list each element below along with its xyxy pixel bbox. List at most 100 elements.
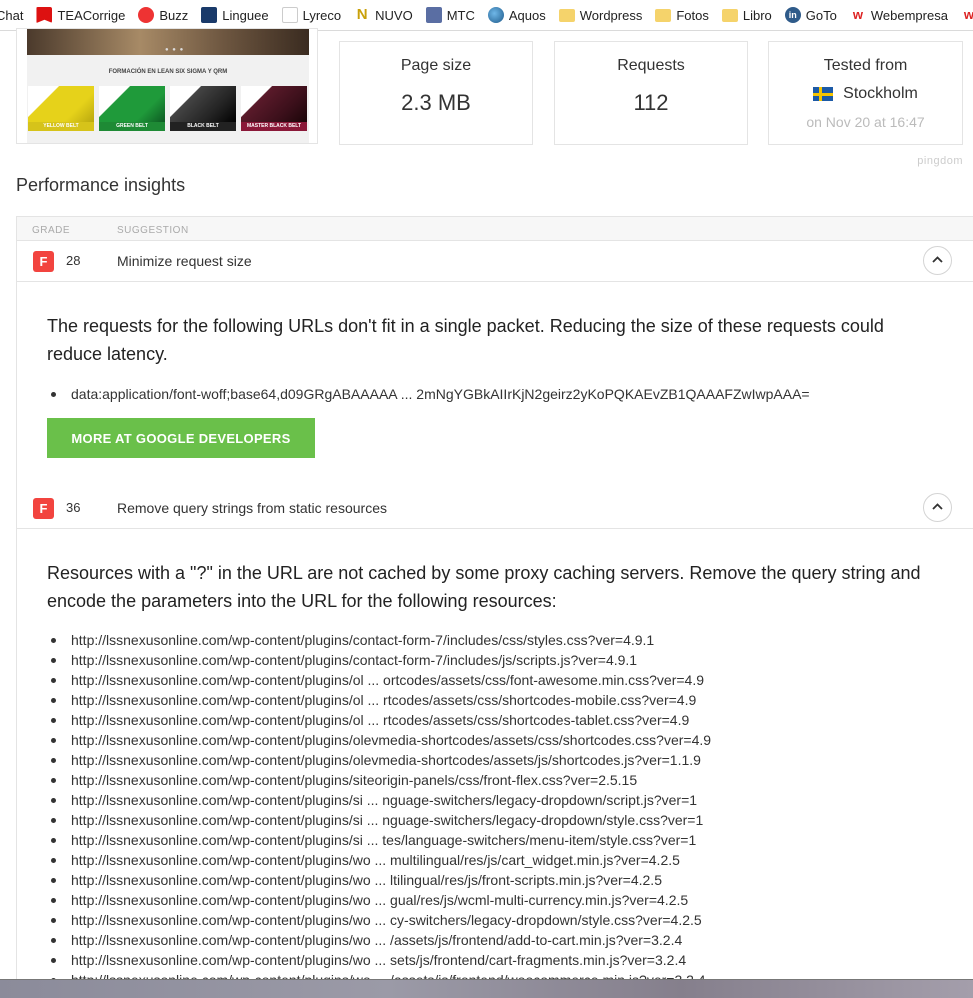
tested-city: Stockholm: [843, 85, 918, 102]
lyreco-icon: [281, 7, 298, 23]
webempresa-icon: w: [961, 7, 973, 23]
list-item: http://lssnexusonline.com/wp-content/plu…: [47, 890, 711, 910]
list-item: http://lssnexusonline.com/wp-content/plu…: [47, 870, 711, 890]
list-item: http://lssnexusonline.com/wp-content/plu…: [47, 830, 711, 850]
section-title: Performance insights: [16, 175, 186, 195]
insight-description: The requests for the following URLs don'…: [47, 316, 884, 364]
grade-badge: F: [33, 498, 54, 519]
url-list: http://lssnexusonline.com/wp-content/plu…: [47, 630, 711, 990]
insights-table: GRADE SUGGESTION F 28 Minimize request s…: [16, 216, 973, 997]
tested-location: Stockholm: [769, 85, 962, 103]
bookmark-label: Wordpress: [579, 7, 643, 23]
folder-icon: [721, 8, 738, 22]
folder-icon: [655, 8, 672, 22]
bookmark-label: NUVO: [375, 7, 413, 23]
table-header: GRADE SUGGESTION: [17, 216, 973, 241]
list-item: http://lssnexusonline.com/wp-content/plu…: [47, 630, 711, 650]
belt-image: [241, 86, 307, 122]
belt-image: [170, 86, 236, 122]
aquos-icon: [487, 7, 504, 23]
insight-row-minimize-request-size[interactable]: F 28 Minimize request size: [17, 241, 973, 282]
carousel-dots-icon: ● ● ●: [165, 47, 185, 53]
list-item: http://lssnexusonline.com/wp-content/plu…: [47, 950, 711, 970]
bookmark-label: TEACorrige: [57, 7, 126, 23]
bookmark-buzz[interactable]: Buzz: [138, 7, 188, 23]
list-item: http://lssnexusonline.com/wp-content/plu…: [47, 670, 711, 690]
list-item: http://lssnexusonline.com/wp-content/plu…: [47, 790, 711, 810]
bookmark-wordpress[interactable]: Wordpress: [558, 7, 643, 23]
pingdom-logo: pingdom: [917, 155, 963, 167]
list-item: http://lssnexusonline.com/wp-content/plu…: [47, 770, 711, 790]
nuvo-icon: N: [356, 6, 368, 23]
bookmark-fo[interactable]: wFo: [961, 7, 973, 23]
bookmark-aquos[interactable]: Aquos: [487, 7, 546, 23]
collapse-toggle-button[interactable]: [923, 246, 952, 275]
bookmark-goto[interactable]: in GoTo: [784, 7, 837, 23]
suggestion-title: Remove query strings from static resourc…: [117, 500, 387, 516]
list-item: http://lssnexusonline.com/wp-content/plu…: [47, 730, 711, 750]
bookmark-chat[interactable]: Chat: [0, 8, 23, 23]
bookmark-webempresa[interactable]: w Webempresa: [850, 7, 948, 23]
bookmark-label: Buzz: [159, 7, 189, 23]
bookmark-linguee[interactable]: Linguee: [201, 7, 269, 23]
mtc-icon: [425, 7, 442, 23]
belt-card-yellow: YELLOW BELT: [28, 86, 94, 131]
window-bottom-edge: [0, 979, 973, 998]
belt-card-black: BLACK BELT: [170, 86, 236, 131]
page-size-card: Page size 2.3 MB: [339, 41, 533, 145]
page-size-label: Page size: [400, 57, 472, 74]
more-at-google-developers-button[interactable]: MORE AT GOOGLE DEVELOPERS: [47, 418, 315, 458]
insight-detail-minimize-request-size: The requests for the following URLs don'…: [17, 282, 973, 489]
insight-row-remove-query-strings[interactable]: F 36 Remove query strings from static re…: [17, 488, 973, 529]
list-item: http://lssnexusonline.com/wp-content/plu…: [47, 710, 711, 730]
bookmark-nuvo[interactable]: N NUVO: [354, 7, 413, 23]
belt-label: BLACK BELT: [170, 122, 236, 131]
url-list: data:application/font-woff;base64,d09GRg…: [47, 384, 810, 404]
tested-from-label: Tested from: [823, 57, 908, 74]
list-item: http://lssnexusonline.com/wp-content/plu…: [47, 930, 711, 950]
belt-image: [99, 86, 165, 122]
tested-date: on Nov 20 at 16:47: [806, 114, 925, 130]
thumbnail-body: FORMACIÓN EN LEAN SIX SIGMA Y QRM YELLOW…: [27, 55, 309, 143]
insight-detail-remove-query-strings: Resources with a "?" in the URL are not …: [17, 529, 973, 997]
list-item: http://lssnexusonline.com/wp-content/plu…: [47, 690, 711, 710]
page-size-value: 2.3 MB: [401, 90, 471, 115]
buzz-icon: [138, 7, 155, 23]
list-item: http://lssnexusonline.com/wp-content/plu…: [47, 750, 711, 770]
belt-image: [28, 86, 94, 122]
linguee-icon: [201, 7, 218, 23]
list-item: http://lssnexusonline.com/wp-content/plu…: [47, 910, 711, 930]
belt-label: YELLOW BELT: [28, 122, 94, 131]
site-screenshot-thumbnail: ● ● ● FORMACIÓN EN LEAN SIX SIGMA Y QRM …: [16, 28, 318, 144]
bookmark-label: GoTo: [805, 7, 837, 23]
bookmark-lyreco[interactable]: Lyreco: [281, 7, 342, 23]
insight-description: Resources with a "?" in the URL are not …: [47, 563, 921, 611]
belt-card-green: GREEN BELT: [99, 86, 165, 131]
belt-card-master-black: MASTER BLACK BELT: [241, 86, 307, 131]
belt-label: GREEN BELT: [99, 122, 165, 131]
folder-icon: [558, 8, 575, 22]
sweden-flag-icon: [813, 87, 834, 101]
requests-label: Requests: [617, 57, 685, 74]
bookmark-libro[interactable]: Libro: [721, 7, 772, 23]
list-item: http://lssnexusonline.com/wp-content/plu…: [47, 850, 711, 870]
bookmark-fotos[interactable]: Fotos: [655, 8, 709, 23]
column-header-grade: GRADE: [32, 225, 71, 236]
bookmark-mtc[interactable]: MTC: [425, 7, 475, 23]
chevron-up-icon: [932, 256, 943, 263]
bookmark-label: Aquos: [508, 7, 546, 23]
bookmark-label: Libro: [742, 7, 772, 23]
bookmark-label: Lyreco: [302, 7, 342, 23]
collapse-toggle-button[interactable]: [923, 493, 952, 522]
list-item: data:application/font-woff;base64,d09GRg…: [47, 384, 810, 404]
tested-from-card: Tested from Stockholm on Nov 20 at 16:47: [768, 41, 963, 145]
teacorrige-icon: [36, 7, 53, 23]
bookmark-label: Fotos: [676, 7, 709, 23]
grade-score: 36: [66, 500, 81, 515]
bookmark-label: Webempresa: [870, 7, 948, 23]
bookmark-label: Chat: [0, 7, 24, 23]
grade-score: 28: [66, 253, 81, 268]
list-item: http://lssnexusonline.com/wp-content/plu…: [47, 650, 711, 670]
bookmark-teacorrige[interactable]: TEACorrige: [36, 7, 125, 23]
webempresa-icon: w: [852, 7, 863, 22]
